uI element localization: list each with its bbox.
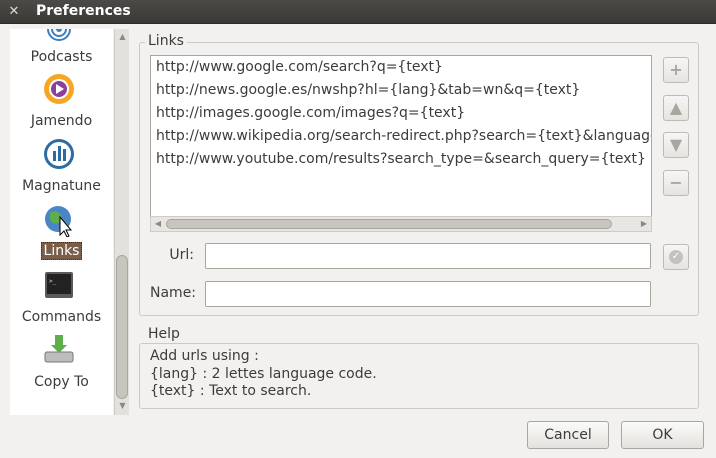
- magnatune-icon: [44, 139, 74, 169]
- cancel-button[interactable]: Cancel: [527, 421, 609, 449]
- url-field[interactable]: [205, 243, 651, 269]
- sidebar-scrollbar[interactable]: ▲ ▼: [114, 29, 129, 415]
- scroll-up-icon[interactable]: ▲: [117, 31, 128, 43]
- title-bar: ✕ Preferences: [0, 0, 716, 24]
- podcast-icon: [47, 29, 71, 41]
- jamendo-icon: [44, 74, 74, 104]
- arrow-up-icon: ▲: [669, 98, 683, 117]
- move-up-button[interactable]: ▲: [663, 95, 689, 121]
- scroll-down-icon[interactable]: ▼: [117, 400, 128, 412]
- links-globe-icon: [45, 206, 73, 237]
- sidebar-item-label: Magnatune: [22, 178, 101, 194]
- sidebar-item-label: Podcasts: [30, 49, 93, 65]
- close-icon[interactable]: ✕: [6, 4, 22, 20]
- terminal-icon: >_: [45, 272, 73, 298]
- links-scroll-thumb[interactable]: [166, 219, 612, 229]
- apply-link-button[interactable]: ✓: [663, 244, 689, 270]
- sidebar-item-label: Copy To: [34, 374, 89, 390]
- svg-text:>_: >_: [49, 278, 57, 285]
- arrow-down-icon: ▼: [669, 135, 683, 154]
- links-horizontal-scrollbar[interactable]: ◀ ▶: [150, 216, 652, 232]
- scroll-right-icon[interactable]: ▶: [638, 218, 650, 230]
- help-text-line: Add urls using :: [150, 348, 259, 364]
- ok-button[interactable]: OK: [621, 421, 704, 449]
- url-label: Url:: [169, 247, 194, 263]
- sidebar-item-label: Jamendo: [30, 113, 93, 129]
- list-item[interactable]: http://news.google.es/nwshp?hl={lang}&ta…: [156, 82, 580, 98]
- links-frame-title: Links: [145, 33, 187, 49]
- window-title: Preferences: [36, 3, 131, 19]
- help-text-line: {lang} : 2 lettes language code.: [150, 366, 377, 382]
- remove-link-button[interactable]: −: [663, 170, 689, 196]
- name-label: Name:: [150, 285, 197, 301]
- minus-icon: −: [669, 173, 683, 192]
- sidebar-scroll-thumb[interactable]: [116, 255, 128, 399]
- check-icon: ✓: [669, 250, 683, 264]
- help-text-line: {text} : Text to search.: [150, 383, 312, 399]
- copy-to-drive-icon: [44, 335, 74, 363]
- list-item[interactable]: http://www.google.com/search?q={text}: [156, 59, 443, 75]
- list-item[interactable]: http://www.wikipedia.org/search-redirect…: [156, 128, 651, 144]
- links-list[interactable]: http://www.google.com/search?q={text} ht…: [150, 55, 652, 217]
- sidebar-item-label: Links: [10, 242, 113, 260]
- scroll-left-icon[interactable]: ◀: [152, 218, 164, 230]
- sidebar-item-label: Commands: [21, 309, 102, 325]
- plus-icon: +: [669, 60, 683, 79]
- add-link-button[interactable]: +: [663, 57, 689, 83]
- move-down-button[interactable]: ▼: [663, 132, 689, 158]
- name-field[interactable]: [205, 281, 651, 307]
- preferences-window: ✕ Preferences Podcasts Jamendo Magnatune…: [0, 0, 716, 458]
- list-item[interactable]: http://www.youtube.com/results?search_ty…: [156, 151, 646, 167]
- plugin-sidebar: Podcasts Jamendo Magnatune Links >_ Comm…: [10, 29, 113, 415]
- list-item[interactable]: http://images.google.com/images?q={text}: [156, 105, 465, 121]
- help-frame-title: Help: [145, 326, 183, 342]
